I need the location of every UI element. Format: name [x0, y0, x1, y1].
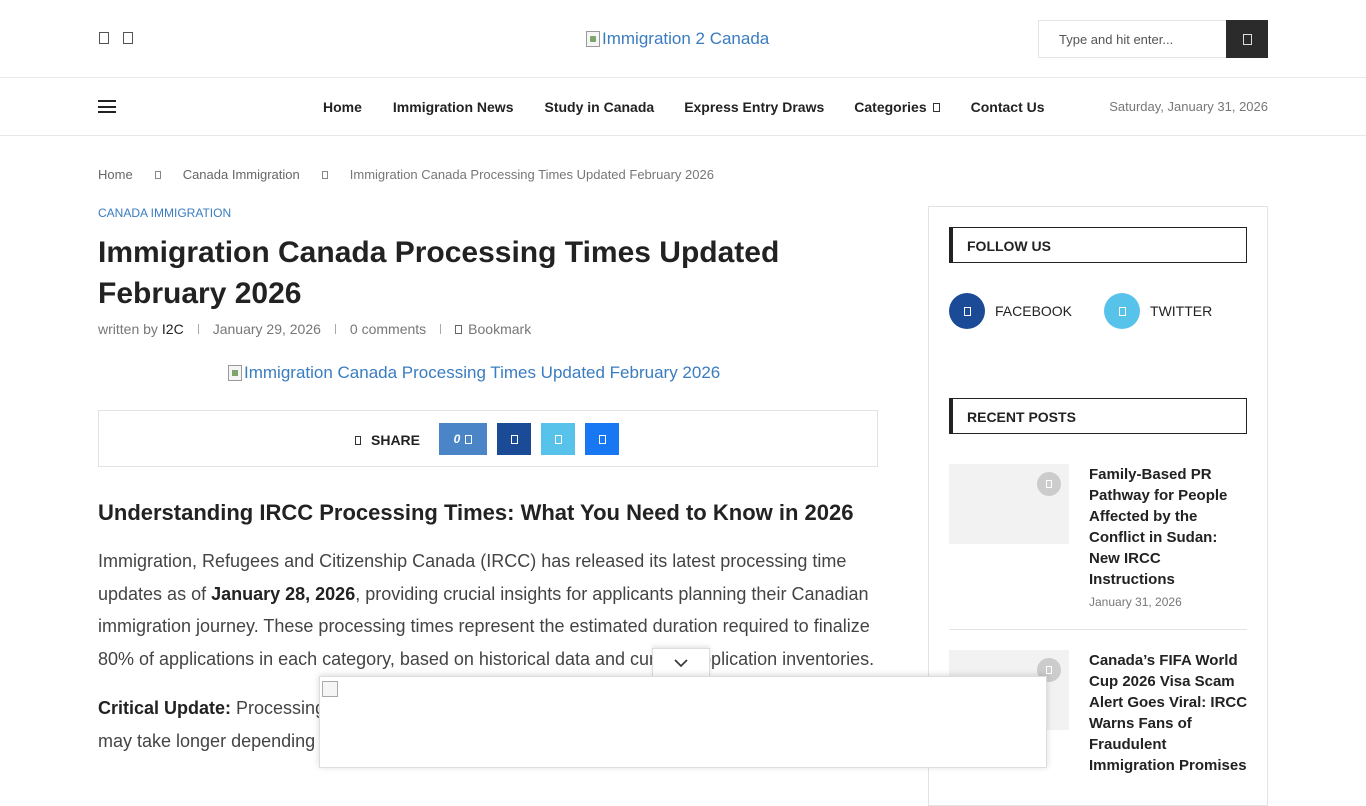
- comments-link[interactable]: 0 comments: [350, 321, 426, 337]
- search-input[interactable]: [1038, 20, 1226, 58]
- recent-post-thumbnail[interactable]: [949, 464, 1069, 544]
- follow-twitter-link[interactable]: TWITTER: [1104, 293, 1212, 329]
- menu-icon[interactable]: [98, 100, 116, 113]
- bookmark-label: Bookmark: [468, 321, 532, 337]
- paragraph-text: may take longer depending: [98, 730, 316, 751]
- share-count-button[interactable]: 0: [439, 423, 487, 455]
- meta-divider: [440, 324, 442, 334]
- camera-icon: [1037, 472, 1061, 496]
- site-logo[interactable]: Immigration 2 Canada: [586, 29, 769, 49]
- bookmark-icon: [455, 324, 463, 334]
- share-facebook-button[interactable]: [497, 423, 531, 455]
- nav-item-study-in-canada[interactable]: Study in Canada: [545, 98, 655, 116]
- breadcrumb-home[interactable]: Home: [98, 167, 133, 182]
- search-button[interactable]: [1226, 20, 1268, 58]
- nav-item-home[interactable]: Home: [323, 98, 362, 116]
- facebook-label: FACEBOOK: [995, 303, 1073, 319]
- share-box: SHARE 0: [98, 410, 878, 467]
- written-by-label: written by: [98, 321, 158, 337]
- breadcrumb-current: Immigration Canada Processing Times Upda…: [349, 167, 714, 182]
- share-icon: [465, 434, 473, 444]
- header-social-links: [99, 32, 133, 44]
- logo-alt-text: Immigration 2 Canada: [602, 29, 770, 48]
- divider: [949, 629, 1247, 630]
- follow-facebook-link[interactable]: FACEBOOK: [949, 293, 1072, 329]
- main-navigation-bar: Home Immigration News Study in Canada Ex…: [0, 78, 1366, 136]
- ad-collapse-toggle[interactable]: [652, 648, 710, 676]
- featured-image-alt: Immigration Canada Processing Times Upda…: [244, 363, 721, 382]
- share-icon: [355, 435, 361, 445]
- twitter-label: TWITTER: [1150, 303, 1213, 319]
- share-twitter-button[interactable]: [541, 423, 575, 455]
- paragraph-text: Processing: [231, 698, 326, 718]
- article-title: Immigration Canada Processing Times Upda…: [98, 236, 780, 310]
- chevron-down-icon: [932, 102, 940, 112]
- author-link[interactable]: I2C: [162, 321, 184, 337]
- facebook-icon[interactable]: [99, 32, 109, 44]
- top-header: Immigration 2 Canada: [0, 0, 1366, 78]
- featured-image: Immigration Canada Processing Times Upda…: [228, 363, 720, 383]
- chevron-down-icon: [674, 658, 688, 667]
- chevron-right-icon: [321, 170, 328, 179]
- messenger-icon: [598, 434, 606, 444]
- follow-us-title: FOLLOW US: [949, 227, 1247, 263]
- share-count: 0: [453, 432, 461, 446]
- bottom-ad-banner[interactable]: [319, 676, 1047, 768]
- meta-divider: [197, 324, 199, 334]
- broken-image-icon: [586, 31, 600, 47]
- search-form: [1038, 20, 1268, 58]
- facebook-icon: [949, 293, 985, 329]
- breadcrumb: Home Canada Immigration Immigration Cana…: [98, 167, 714, 182]
- nav-item-categories[interactable]: Categories: [854, 98, 940, 116]
- section-heading: Understanding IRCC Processing Times: Wha…: [98, 500, 854, 525]
- meta-divider: [334, 324, 336, 334]
- critical-update-label: Critical Update:: [98, 698, 232, 718]
- broken-image-icon: [228, 365, 242, 381]
- breadcrumb-category[interactable]: Canada Immigration: [183, 167, 300, 182]
- article-category-link[interactable]: CANADA IMMIGRATION: [98, 206, 231, 220]
- paragraph-bold: January 28, 2026: [211, 583, 356, 604]
- broken-image-icon: [322, 681, 338, 697]
- nav-item-immigration-news[interactable]: Immigration News: [393, 98, 514, 116]
- article-paragraph: Immigration, Refugees and Citizenship Ca…: [98, 545, 888, 675]
- facebook-icon: [510, 434, 518, 444]
- current-date: Saturday, January 31, 2026: [1109, 99, 1268, 114]
- share-text: SHARE: [371, 432, 421, 448]
- search-icon: [1242, 33, 1252, 45]
- twitter-icon: [554, 434, 562, 444]
- chevron-right-icon: [154, 170, 161, 179]
- article-date: January 29, 2026: [212, 321, 321, 337]
- twitter-icon[interactable]: [123, 32, 133, 44]
- nav-item-categories-label: Categories: [854, 99, 927, 115]
- article-meta: written by I2C January 29, 2026 0 commen…: [98, 321, 531, 337]
- recent-post-title[interactable]: Family-Based PR Pathway for People Affec…: [1089, 464, 1249, 590]
- nav-item-express-entry-draws[interactable]: Express Entry Draws: [684, 98, 824, 116]
- recent-posts-title: RECENT POSTS: [949, 398, 1247, 434]
- share-buttons: 0: [439, 423, 619, 455]
- main-menu: Home Immigration News Study in Canada Ex…: [323, 98, 1045, 116]
- share-label: SHARE: [355, 432, 420, 448]
- bookmark-button[interactable]: Bookmark: [455, 321, 531, 337]
- twitter-icon: [1104, 293, 1141, 329]
- recent-post-date: January 31, 2026: [1089, 595, 1182, 609]
- follow-us-links: FACEBOOK TWITTER: [949, 293, 1212, 329]
- recent-post-title[interactable]: Canada’s FIFA World Cup 2026 Visa Scam A…: [1089, 650, 1249, 776]
- nav-item-contact-us[interactable]: Contact Us: [971, 98, 1045, 116]
- share-messenger-button[interactable]: [585, 423, 619, 455]
